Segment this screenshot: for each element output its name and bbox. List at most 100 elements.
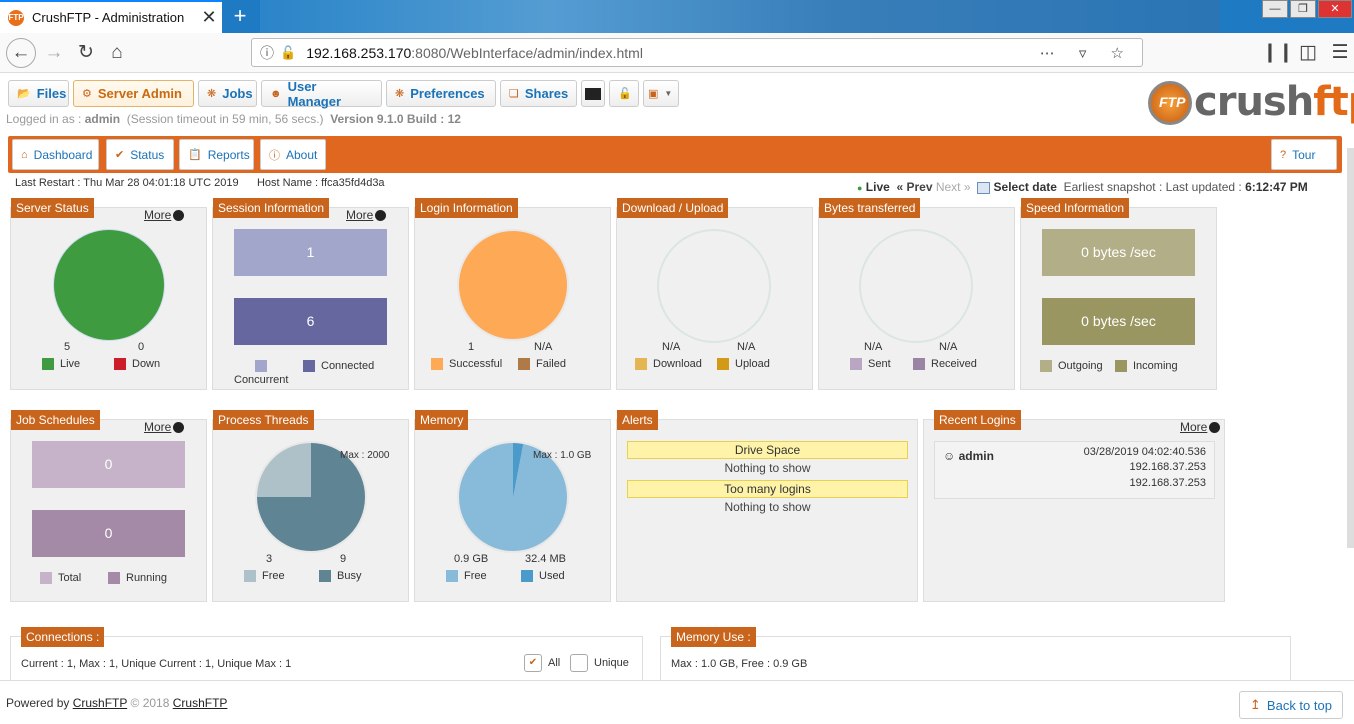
download-upload-pie xyxy=(657,229,771,343)
panel-title: Memory Use : xyxy=(671,627,756,647)
job-schedules-panel: Job Schedules More 0 0 Total Running xyxy=(10,410,207,602)
threads-free-value: 3 xyxy=(266,553,273,565)
forward-arrow-icon[interactable]: → xyxy=(40,39,68,67)
server-admin-button[interactable]: ⚙ Server Admin xyxy=(73,80,194,107)
panel-title: Speed Information xyxy=(1021,198,1130,218)
files-button[interactable]: 📂 Files xyxy=(8,80,69,107)
recent-login-entry: ☺ admin 03/28/2019 04:02:40.536 192.168.… xyxy=(934,441,1215,499)
preferences-label: Preferences xyxy=(410,86,485,101)
tab-close-icon[interactable]: ✕ xyxy=(196,7,222,28)
running-box: 0 xyxy=(32,510,185,557)
recent-logins-panel: Recent Logins More ☺ admin 03/28/2019 04… xyxy=(923,410,1225,602)
host-name: ffca35fd4d3a xyxy=(321,177,385,189)
legend-successful: Successful xyxy=(431,358,502,370)
crushftp-link-2[interactable]: CrushFTP xyxy=(173,696,228,710)
panel-title: Job Schedules xyxy=(11,410,100,430)
snapshot-controls: ● Live « Prev Next » Select date Earlies… xyxy=(857,180,1308,194)
prev-link[interactable]: « Prev xyxy=(896,180,932,194)
received-value: N/A xyxy=(939,341,958,353)
back-arrow-icon[interactable]: ← xyxy=(6,38,36,68)
new-tab-button[interactable]: + xyxy=(226,2,254,30)
powered-by: Powered by CrushFTP © 2018 CrushFTP xyxy=(6,696,228,710)
server-info-row: Last Restart : Thu Mar 28 04:01:18 UTC 2… xyxy=(15,177,385,189)
terminal-icon xyxy=(585,87,601,100)
tab-title: CrushFTP - Administration xyxy=(32,10,185,25)
about-tab[interactable]: ⓘ About xyxy=(260,139,326,170)
legend-outgoing: Outgoing xyxy=(1040,360,1103,372)
menu-icon[interactable]: ☰ xyxy=(1326,39,1354,67)
admin-subnav: ⌂ Dashboard ✔ Status 📋 Reports ⓘ About ? Tour xyxy=(8,136,1342,173)
user-manager-button[interactable]: ☻ User Manager xyxy=(261,79,382,109)
next-link[interactable]: Next » xyxy=(936,180,971,194)
recent-login-ip2: 192.168.37.253 xyxy=(1129,477,1206,489)
info-icon: ⓘ xyxy=(269,149,280,162)
live-dot-icon: ● xyxy=(857,183,863,193)
check-icon: ✔ xyxy=(115,149,125,161)
gear-icon: ⚙ xyxy=(82,88,92,100)
legend-download: Download xyxy=(635,358,702,370)
session-timeout: (Session timeout in 59 min, 56 secs.) xyxy=(126,112,324,126)
dashboard-label: Dashboard xyxy=(33,147,93,162)
recent-logins-more-link[interactable]: More xyxy=(1180,420,1221,434)
memory-use-stats: Max : 1.0 GB, Free : 0.9 GB xyxy=(671,658,808,670)
unlock-button[interactable]: 🔓 xyxy=(609,80,639,107)
url-bar[interactable]: ⓘ 🔓 192.168.253.170 :8080/WebInterface/a… xyxy=(251,38,1143,67)
panel-title: Process Threads xyxy=(213,410,314,430)
unlock-icon: 🔓 xyxy=(618,88,632,100)
user-icon: ☺ xyxy=(943,449,956,463)
window-close-button[interactable]: ✕ xyxy=(1318,0,1352,18)
crushftp-favicon: FTP xyxy=(8,9,24,26)
url-host: 192.168.253.170 xyxy=(306,44,412,61)
reload-icon[interactable]: ↻ xyxy=(72,39,100,67)
home-icon: ⌂ xyxy=(21,148,28,161)
session-info-more-link[interactable]: More xyxy=(346,208,387,222)
sidebar-icon[interactable]: ◫ xyxy=(1294,39,1322,67)
insecure-lock-icon[interactable]: 🔓 xyxy=(280,45,296,61)
jobs-button[interactable]: ❋ Jobs xyxy=(198,80,257,107)
shares-button[interactable]: ❏ Shares xyxy=(500,80,577,107)
all-checkbox[interactable]: ✔ All xyxy=(524,654,560,672)
reports-tab[interactable]: 📋 Reports xyxy=(179,139,254,170)
folder-icon: 📂 xyxy=(17,88,31,100)
connections-stats: Current : 1, Max : 1, Unique Current : 1… xyxy=(21,658,292,670)
threads-max: Max : 2000 xyxy=(340,450,390,461)
window-minimize-button[interactable]: — xyxy=(1262,0,1288,18)
recent-login-time: 03/28/2019 04:02:40.536 xyxy=(1083,446,1206,458)
recent-login-user: ☺ admin xyxy=(943,449,994,463)
too-many-logins-alert: Too many logins xyxy=(627,480,908,498)
successful-value: 1 xyxy=(468,341,475,353)
scrollbar[interactable] xyxy=(1347,148,1354,548)
tour-button[interactable]: ? Tour xyxy=(1271,139,1337,170)
crushftp-link[interactable]: CrushFTP xyxy=(73,696,127,710)
preferences-button[interactable]: ❋ Preferences xyxy=(386,80,496,107)
jobs-icon: ❋ xyxy=(207,88,217,100)
version-label: Version 9.1.0 Build : 12 xyxy=(330,112,461,126)
library-icon[interactable]: ❙❙ xyxy=(1262,39,1294,67)
home-icon[interactable]: ⌂ xyxy=(103,39,131,67)
bytes-transferred-panel: Bytes transferred N/A N/A Sent Received xyxy=(818,198,1015,390)
job-schedules-more-link[interactable]: More xyxy=(144,420,185,434)
page-actions-icon[interactable]: ⋯ ▿ ☆ xyxy=(1040,44,1134,62)
recent-login-ip1: 192.168.37.253 xyxy=(1129,461,1206,473)
window-maximize-button[interactable]: ❐ xyxy=(1290,0,1316,18)
panel-title: Recent Logins xyxy=(934,410,1021,430)
info-icon[interactable]: ⓘ xyxy=(260,43,274,63)
terminal-button[interactable] xyxy=(581,80,605,107)
tour-label: Tour xyxy=(1292,147,1316,162)
arrow-up-icon: ↥ xyxy=(1250,697,1261,712)
crushftp-logo-badge: FTP xyxy=(1148,81,1192,125)
live-link[interactable]: Live xyxy=(866,180,890,194)
process-threads-panel: Process Threads Max : 2000 3 9 Free Busy xyxy=(212,410,409,602)
select-date-link[interactable]: Select date xyxy=(994,180,1057,194)
image-menu-button[interactable]: ▣ ▼ xyxy=(643,80,679,107)
calendar-icon[interactable] xyxy=(977,181,991,194)
back-to-top-button[interactable]: ↥ Back to top xyxy=(1239,691,1343,719)
status-tab[interactable]: ✔ Status xyxy=(106,139,174,170)
logged-user: admin xyxy=(84,112,121,126)
unique-checkbox[interactable]: Unique xyxy=(570,654,629,672)
dashboard-tab[interactable]: ⌂ Dashboard xyxy=(12,139,99,170)
legend-down: Down xyxy=(114,358,160,370)
browser-tab-active[interactable]: FTP CrushFTP - Administration ✕ xyxy=(0,0,222,33)
server-status-more-link[interactable]: More xyxy=(144,208,185,222)
session-line: Logged in as : admin (Session timeout in… xyxy=(6,112,461,126)
